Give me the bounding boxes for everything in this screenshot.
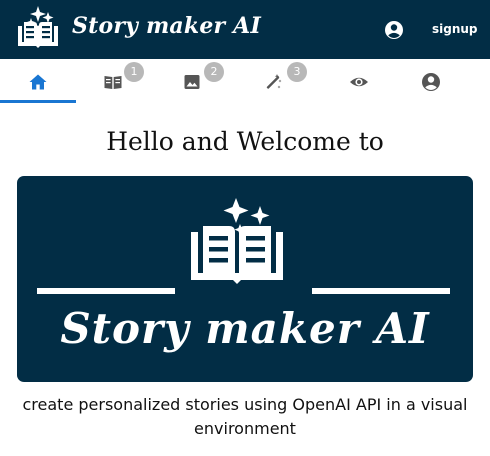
active-tab-indicator bbox=[0, 100, 76, 103]
step-tabs: 1 2 3 bbox=[0, 59, 490, 103]
tab-generate[interactable]: 3 bbox=[240, 59, 314, 103]
tab-images[interactable]: 2 bbox=[160, 59, 232, 103]
open-book-sparkles-icon bbox=[18, 6, 58, 48]
tab-home[interactable] bbox=[0, 59, 76, 103]
account-circle-icon[interactable] bbox=[384, 20, 404, 40]
eye-icon bbox=[350, 77, 368, 87]
image-icon bbox=[184, 75, 200, 89]
account-circle-icon bbox=[422, 73, 440, 91]
app-brand-title: Story maker AI bbox=[72, 13, 261, 39]
signup-link[interactable]: signup bbox=[432, 22, 478, 36]
welcome-heading: Hello and Welcome to bbox=[106, 127, 384, 156]
tab-account[interactable] bbox=[394, 59, 468, 103]
app-header: Story maker AI signup bbox=[0, 0, 490, 59]
app-description: create personalized stories using OpenAI… bbox=[22, 395, 468, 438]
hero-banner: Story maker AI bbox=[17, 176, 473, 382]
tab-preview[interactable] bbox=[322, 59, 396, 103]
home-icon bbox=[29, 74, 47, 90]
tab-step-badge: 3 bbox=[287, 62, 307, 82]
hero-brand-title: Story maker AI bbox=[60, 304, 430, 353]
magic-wand-icon bbox=[266, 74, 282, 89]
book-icon bbox=[104, 76, 122, 89]
tab-step-badge: 1 bbox=[124, 62, 144, 82]
tab-step-badge: 2 bbox=[204, 62, 224, 82]
tab-story[interactable]: 1 bbox=[80, 59, 152, 103]
